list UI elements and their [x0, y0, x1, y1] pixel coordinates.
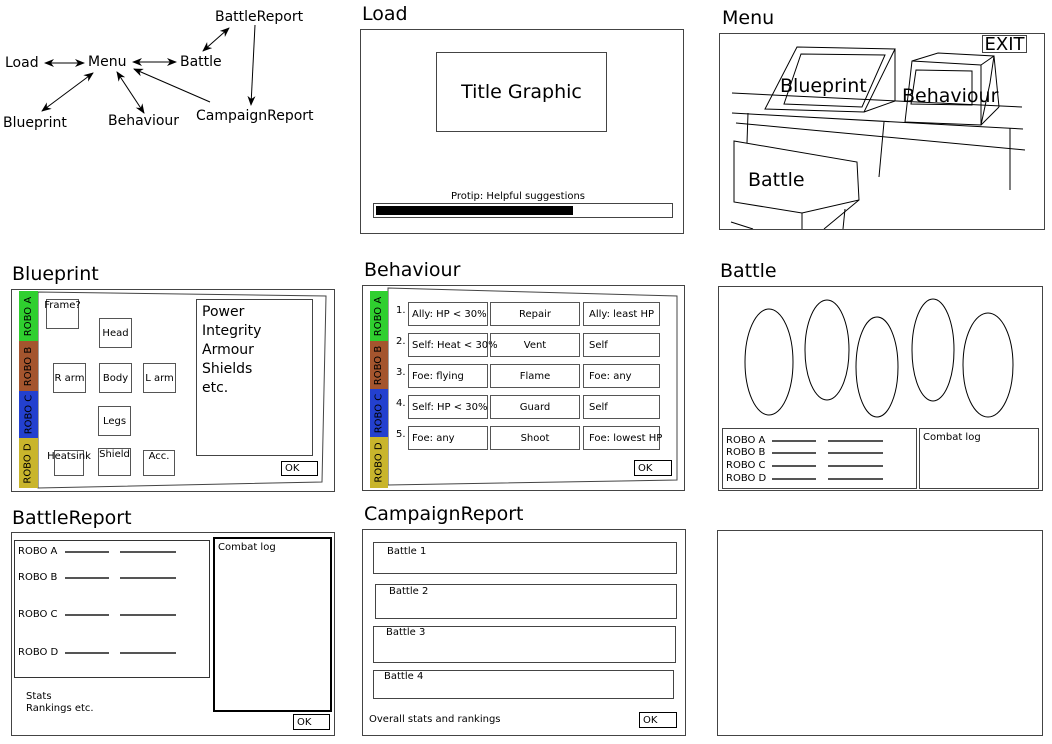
battle-entry[interactable]: Battle 2 [375, 584, 677, 619]
protip-text: Protip: Helpful suggestions [450, 191, 586, 202]
stat-etc: etc. [202, 380, 229, 396]
rule-action[interactable]: Vent [490, 333, 580, 357]
overall-stats-label: Overall stats and rankings [369, 714, 501, 725]
menu-screen [719, 33, 1045, 230]
rule-condition[interactable]: Self: HP < 30% [408, 395, 488, 419]
rule-number: 2. [396, 336, 406, 347]
rule-number: 4. [396, 398, 406, 409]
robo-tab-c[interactable]: ROBO C [370, 389, 388, 437]
rule-action[interactable]: Flame [490, 364, 580, 388]
part-shield[interactable]: Shield [98, 448, 131, 476]
blueprint-title: Blueprint [12, 263, 99, 285]
rule-target[interactable]: Foe: any [583, 364, 660, 388]
robo-label: ROBO A [18, 546, 58, 557]
rule-action[interactable]: Shoot [490, 426, 580, 450]
menu-behaviour[interactable]: Behaviour [902, 87, 998, 106]
robo-results-panel: ROBO A ROBO B ROBO C ROBO D [14, 540, 210, 678]
progress-fill [376, 206, 573, 215]
robo-tab-a[interactable]: ROBO A [19, 291, 38, 341]
robo-label: ROBO B [726, 447, 766, 458]
part-legs[interactable]: Legs [98, 406, 131, 436]
load-title: Load [362, 3, 408, 25]
combat-log: Combat log [213, 537, 332, 712]
robo-label: ROBO B [18, 572, 58, 583]
robo-tab-b[interactable]: ROBO B [19, 341, 38, 391]
stat-armour: Armour [202, 342, 254, 358]
robo-tab-d[interactable]: ROBO D [19, 438, 38, 488]
robo-tab-a[interactable]: ROBO A [370, 291, 388, 341]
stat-integrity: Integrity [202, 323, 262, 339]
part-acc[interactable]: Acc. [143, 450, 175, 476]
battle-entry[interactable]: Battle 4 [373, 670, 674, 699]
rule-target[interactable]: Ally: least HP [583, 302, 660, 326]
rule-condition[interactable]: Foe: any [408, 426, 488, 450]
rule-target[interactable]: Foe: lowest HP [583, 426, 662, 450]
combat-log: Combat log [919, 428, 1039, 489]
rule-action[interactable]: Guard [490, 395, 580, 419]
load-screen: Title Graphic Protip: Helpful suggestion… [360, 29, 684, 234]
menu-blueprint[interactable]: Blueprint [780, 77, 867, 96]
exit-button[interactable]: EXIT [982, 35, 1027, 54]
battlereport-ok-button[interactable]: OK [293, 714, 330, 730]
title-graphic: Title Graphic [436, 52, 607, 132]
robo-tab-b[interactable]: ROBO B [370, 341, 388, 389]
rule-number: 3. [396, 367, 406, 378]
nav-battle: Battle [180, 54, 222, 70]
battle-entry[interactable]: Battle 1 [373, 542, 677, 574]
rule-target[interactable]: Self [583, 333, 660, 357]
stats-label: Stats [26, 691, 52, 702]
nav-blueprint: Blueprint [3, 115, 67, 131]
part-head[interactable]: Head [99, 318, 132, 348]
campaignreport-ok-button[interactable]: OK [639, 712, 677, 728]
empty-screen [717, 530, 1043, 736]
robo-label: ROBO A [726, 435, 766, 446]
robo-label: ROBO C [18, 609, 58, 620]
part-r-arm[interactable]: R arm [53, 363, 86, 393]
stat-shields: Shields [202, 361, 253, 377]
robo-label: ROBO C [726, 460, 766, 471]
blueprint-ok-button[interactable]: OK [281, 461, 318, 476]
progress-bar [373, 203, 673, 218]
rule-condition[interactable]: Foe: flying [408, 364, 488, 388]
behaviour-ok-button[interactable]: OK [634, 460, 672, 476]
nav-arrows [41, 24, 256, 114]
part-frame[interactable]: Frame? [44, 299, 81, 329]
stat-power: Power [202, 304, 245, 320]
nav-battlereport: BattleReport [215, 9, 304, 25]
rule-condition[interactable]: Self: Heat < 30% [408, 333, 498, 357]
nav-menu: Menu [88, 54, 127, 70]
part-heatsink[interactable]: Heatsink [47, 450, 91, 476]
robo-label: ROBO D [18, 647, 59, 658]
battle-title: Battle [720, 260, 777, 282]
nav-behaviour: Behaviour [108, 113, 180, 129]
menu-battle[interactable]: Battle [748, 171, 805, 190]
battle-entry[interactable]: Battle 3 [373, 626, 676, 663]
robo-tab-c[interactable]: ROBO C [19, 391, 38, 438]
rule-number: 5. [396, 429, 406, 440]
nav-campaignreport: CampaignReport [196, 108, 314, 124]
behaviour-title: Behaviour [364, 259, 461, 281]
rule-action[interactable]: Repair [490, 302, 580, 326]
rankings-label: Rankings etc. [26, 703, 94, 714]
rule-number: 1. [396, 305, 406, 316]
part-body[interactable]: Body [99, 363, 132, 393]
menu-title: Menu [722, 7, 775, 29]
rule-target[interactable]: Self [583, 395, 660, 419]
robo-tab-d[interactable]: ROBO D [370, 437, 388, 488]
battlereport-title: BattleReport [12, 507, 132, 529]
nav-load: Load [5, 55, 39, 71]
stats-panel: Power Integrity Armour Shields etc. [196, 299, 313, 456]
rule-condition[interactable]: Ally: HP < 30% [408, 302, 488, 326]
robo-status-panel: ROBO A ROBO B ROBO C ROBO D [722, 428, 917, 489]
part-l-arm[interactable]: L arm [143, 363, 176, 393]
campaignreport-title: CampaignReport [364, 503, 524, 525]
robo-label: ROBO D [726, 473, 767, 484]
